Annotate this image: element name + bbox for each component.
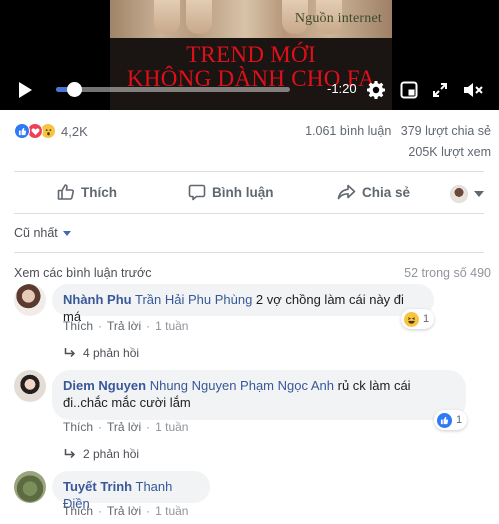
video-caption-line1: TREND MỚI — [186, 42, 316, 67]
divider — [14, 171, 484, 172]
reaction-count: 1 — [456, 414, 463, 426]
comment-meta: Thích · Trả lời · 1 tuần — [63, 319, 189, 333]
shares-count-link[interactable]: 379 lượt chia sẻ — [401, 124, 491, 138]
comment-author[interactable]: Nhành Phu — [63, 292, 132, 307]
speaker-muted-icon — [464, 83, 483, 97]
comment-meta: Thích · Trả lời · 1 tuần — [63, 504, 189, 518]
comment-like-link[interactable]: Thích — [63, 504, 93, 518]
tagged-user[interactable]: Nhung Nguyen Phạm Ngọc Anh — [150, 378, 334, 393]
comment-reply-link[interactable]: Trả lời — [107, 504, 141, 518]
time-remaining: -1:20 — [327, 81, 357, 96]
thumbs-up-icon — [57, 184, 75, 200]
comment-reply-link[interactable]: Trả lời — [107, 420, 141, 434]
picture-in-picture-button[interactable] — [397, 78, 421, 102]
reactions-count: 4,2K — [61, 123, 88, 139]
mute-button[interactable] — [460, 78, 486, 102]
reply-arrow-icon — [64, 348, 76, 358]
chevron-down-icon — [62, 230, 71, 236]
comment-reaction-badge[interactable]: 1 — [401, 309, 435, 329]
comment-reply-link[interactable]: Trả lời — [107, 319, 141, 333]
comment-bubble: Nhành Phu Trần Hải Phu Phùng 2 vợ chồng … — [52, 284, 434, 324]
comments-count-link[interactable]: 1.061 bình luận — [305, 124, 391, 138]
comment-timestamp[interactable]: 1 tuần — [155, 319, 188, 333]
haha-reaction-icon — [404, 311, 419, 327]
comment-icon — [188, 184, 206, 201]
avatar — [450, 185, 468, 203]
pip-icon — [400, 81, 418, 99]
like-button[interactable]: Thích — [57, 180, 117, 204]
expand-icon — [433, 83, 447, 97]
chevron-down-icon — [474, 191, 484, 197]
tagged-user[interactable]: Trần Hải Phu Phùng — [135, 292, 252, 307]
share-icon — [337, 184, 356, 200]
view-replies-link[interactable]: 2 phản hồi — [64, 447, 139, 461]
share-button[interactable]: Chia sẻ — [337, 180, 410, 204]
comment-like-link[interactable]: Thích — [63, 319, 93, 333]
views-count: 205K lượt xem — [408, 145, 491, 159]
replies-count: 2 phản hồi — [83, 447, 140, 461]
replies-count: 4 phản hồi — [83, 346, 140, 360]
comment-timestamp[interactable]: 1 tuần — [155, 420, 188, 434]
share-label: Chia sẻ — [362, 184, 411, 200]
post-as-selector[interactable] — [450, 182, 484, 206]
view-previous-comments-link[interactable]: Xem các bình luận trước — [14, 266, 151, 280]
avatar[interactable] — [14, 471, 46, 503]
video-player[interactable]: Nguồn internet TREND MỚI KHÔNG DÀNH CHO … — [0, 0, 499, 110]
video-controls: -1:20 — [0, 70, 499, 110]
comment-bubble: Diem Nguyen Nhung Nguyen Phạm Ngọc Anh r… — [52, 370, 466, 420]
comment-reaction-badge[interactable]: 1 — [434, 410, 468, 430]
like-label: Thích — [81, 184, 117, 200]
settings-button[interactable] — [364, 78, 388, 102]
comment-button[interactable]: Bình luận — [188, 180, 274, 204]
reply-arrow-icon — [64, 449, 76, 459]
like-reaction-icon — [437, 412, 452, 428]
divider — [14, 252, 484, 253]
comment-label: Bình luận — [212, 184, 274, 200]
comment-like-link[interactable]: Thích — [63, 420, 93, 434]
avatar[interactable] — [14, 284, 46, 316]
comment-bubble: Tuyết Trinh Thanh Điền — [52, 471, 210, 511]
fullscreen-button[interactable] — [429, 78, 451, 102]
like-reaction-icon — [14, 123, 30, 139]
reaction-count: 1 — [423, 313, 430, 325]
video-watermark: Nguồn internet — [294, 11, 382, 26]
avatar[interactable] — [14, 370, 46, 402]
video-scrubber[interactable] — [56, 82, 290, 97]
comments-pagination-count: 52 trong số 490 — [404, 266, 491, 280]
comment-meta: Thích · Trả lời · 1 tuần — [63, 420, 189, 434]
gear-icon — [367, 81, 385, 99]
sort-label: Cũ nhất — [14, 226, 58, 240]
engagement-stats: 1.061 bình luận 379 lượt chia sẻ — [299, 124, 491, 138]
comment-author[interactable]: Tuyết Trinh — [63, 479, 132, 494]
comment-sort-dropdown[interactable]: Cũ nhất — [14, 226, 71, 240]
reactions-summary[interactable]: 4,2K — [14, 122, 88, 140]
comment-timestamp[interactable]: 1 tuần — [155, 504, 188, 518]
play-button[interactable] — [14, 79, 36, 101]
scrubber-handle[interactable] — [67, 82, 82, 97]
comment-author[interactable]: Diem Nguyen — [63, 378, 146, 393]
divider — [14, 213, 484, 214]
play-icon — [19, 82, 32, 98]
view-replies-link[interactable]: 4 phản hồi — [64, 346, 139, 360]
